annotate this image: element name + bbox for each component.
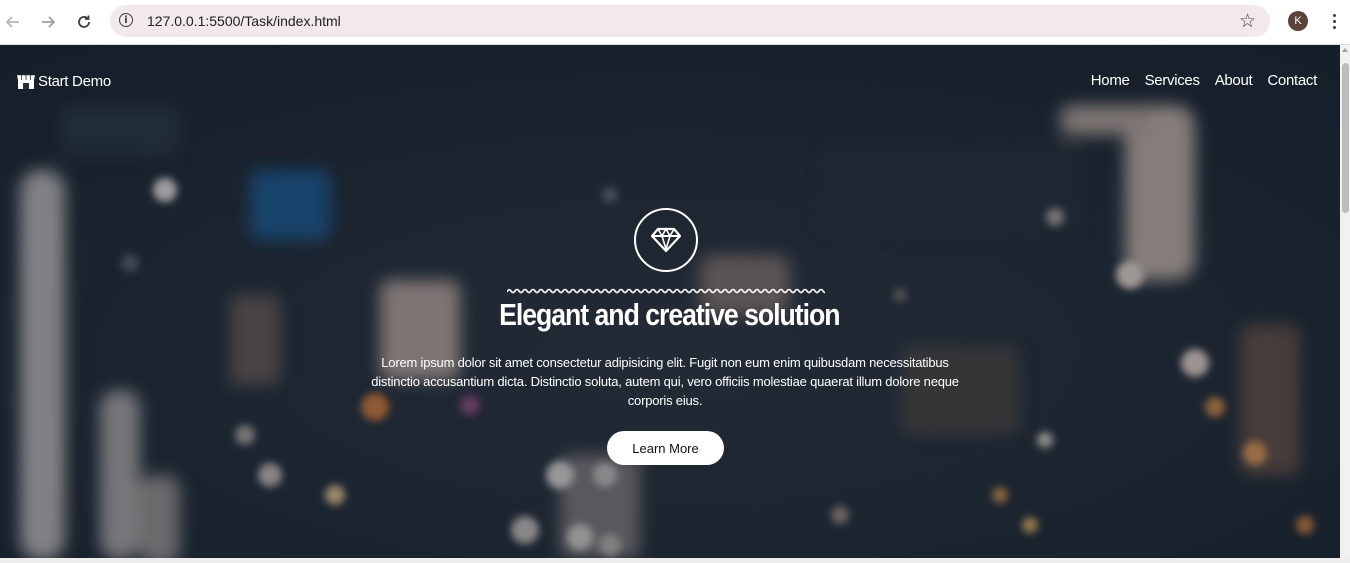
diamond-icon bbox=[650, 227, 682, 253]
hero-section: Elegant and creative solution Lorem ipsu… bbox=[0, 45, 1340, 558]
scroll-up-icon[interactable] bbox=[1342, 48, 1348, 52]
browser-toolbar: i 127.0.0.1:5500/Task/index.html ☆ K bbox=[0, 0, 1350, 45]
reload-icon bbox=[78, 15, 90, 28]
reload-button[interactable] bbox=[72, 10, 96, 34]
diamond-badge bbox=[634, 208, 698, 272]
scroll-thumb[interactable] bbox=[1342, 63, 1349, 213]
hero-title: Elegant and creative solution bbox=[499, 297, 840, 332]
hero-description: Lorem ipsum dolor sit amet consectetur a… bbox=[371, 355, 959, 408]
kebab-menu-icon[interactable] bbox=[1327, 10, 1341, 32]
info-icon[interactable]: i bbox=[119, 13, 133, 27]
bottom-edge bbox=[0, 558, 1350, 563]
arrow-forward-icon bbox=[42, 16, 56, 28]
forward-button[interactable] bbox=[36, 10, 60, 34]
avatar[interactable]: K bbox=[1288, 11, 1308, 31]
page-viewport: Start Demo Home Services About Contact E… bbox=[0, 45, 1340, 558]
wave-divider bbox=[507, 288, 825, 294]
scrollbar[interactable] bbox=[1340, 45, 1350, 558]
address-bar[interactable]: i 127.0.0.1:5500/Task/index.html ☆ bbox=[110, 5, 1270, 37]
back-button[interactable] bbox=[1, 10, 25, 34]
arrow-back-icon bbox=[5, 16, 19, 28]
learn-more-button[interactable]: Learn More bbox=[607, 431, 724, 465]
star-icon[interactable]: ☆ bbox=[1239, 10, 1256, 33]
url-text[interactable]: 127.0.0.1:5500/Task/index.html bbox=[147, 13, 341, 29]
